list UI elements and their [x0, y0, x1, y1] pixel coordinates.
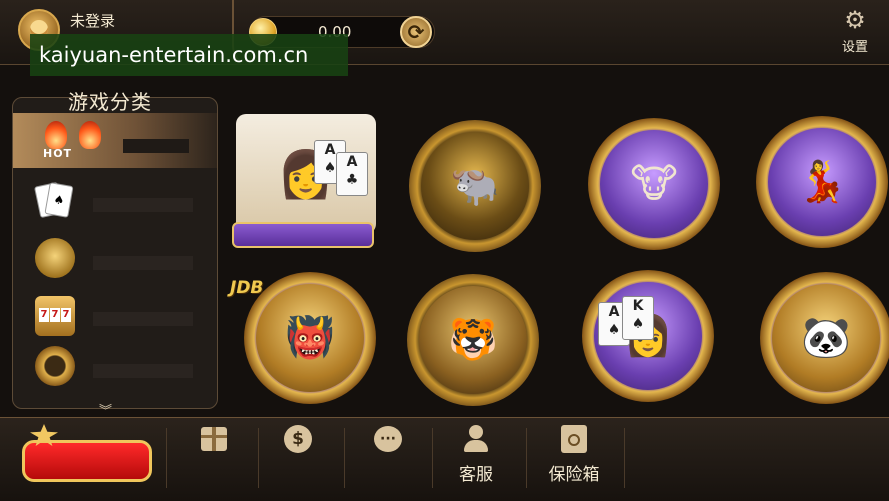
game-tile-poker-lady[interactable]: 👩 A♠ K♠ [582, 270, 714, 402]
blurred-label [93, 364, 193, 378]
game-tile-dragon-tiger[interactable]: 🐯 [407, 274, 539, 406]
fishing-creature-icon [35, 238, 75, 278]
divider [432, 428, 433, 488]
game-ribbon [232, 222, 374, 248]
gift-button[interactable] [174, 424, 254, 454]
card-icon: K ♠ [622, 296, 654, 340]
safe-box-icon [561, 425, 587, 453]
customer-service-icon [464, 425, 488, 453]
blurred-label [93, 256, 193, 270]
safe-box-label: 保险箱 [548, 465, 600, 485]
username-label[interactable]: 未登录 [70, 10, 115, 31]
promo-red-button[interactable] [22, 440, 152, 482]
tiger-icon: 🐯 [448, 317, 498, 363]
card-icon: A ♣ [336, 152, 368, 196]
category-sidebar: HOT ♠ 777 [12, 97, 218, 409]
game-tile-poker-queen[interactable]: 💃 [756, 116, 888, 248]
settings-label: 设置 [841, 40, 868, 55]
flame-icon [45, 121, 67, 149]
slot-machine-icon: 777 [35, 296, 75, 336]
hot-badge: HOT [43, 147, 73, 160]
blurred-label [93, 198, 193, 212]
panda-icon: 🐼 [801, 315, 851, 361]
message-button[interactable]: ··· [348, 424, 428, 454]
gear-icon: ⚙ [844, 6, 866, 34]
recharge-button[interactable]: $ [258, 424, 338, 454]
watermark: kaiyuan-entertain.com.cn [30, 34, 348, 76]
divider [526, 428, 527, 488]
refresh-balance-button[interactable]: ⟳ [400, 16, 432, 48]
divider [624, 428, 625, 488]
customer-service-label: 客服 [459, 465, 493, 485]
game-tile-jdb-warrior[interactable]: 👹 [244, 272, 376, 404]
jdb-logo: JDB [230, 278, 264, 298]
divider [344, 428, 345, 488]
hot-label-redacted [123, 139, 189, 153]
category-title: 游戏分类 [68, 90, 152, 114]
flame-icon [79, 121, 101, 149]
customer-service-button[interactable]: 客服 [436, 424, 516, 485]
bull-mascot-icon: 🐃 [450, 163, 500, 209]
game-tile-panda-dealer[interactable]: 🐼 [760, 272, 889, 404]
game-tile-poker-dealer[interactable]: 👩 A ♠ A ♣ [236, 114, 376, 234]
gift-icon [201, 427, 227, 451]
game-tile-bull-fight[interactable]: 🐃 [409, 120, 541, 252]
settings-button[interactable]: ⚙ 设置 [838, 8, 872, 55]
playing-cards-icon: ♠ [33, 181, 74, 219]
chat-bubble-icon: ··· [374, 426, 402, 452]
blurred-label [93, 312, 193, 326]
divider [166, 428, 167, 488]
sidebar-item-other[interactable] [13, 344, 217, 406]
refresh-icon: ⟳ [407, 20, 425, 44]
gold-ring-icon [35, 346, 75, 386]
game-tile-bull-purple[interactable]: 🐮 [588, 118, 720, 250]
poker-queen-icon: 💃 [797, 159, 847, 205]
sidebar-item-cards[interactable]: ♠ [13, 172, 217, 234]
cow-mascot-icon: 🐮 [630, 161, 678, 207]
dollar-coin-icon: $ [284, 425, 312, 453]
warrior-mask-icon: 👹 [285, 315, 335, 361]
safe-box-button[interactable]: 保险箱 [534, 424, 614, 485]
sidebar-item-hot[interactable]: HOT [13, 113, 217, 168]
sidebar-item-slots[interactable]: 777 [13, 288, 217, 350]
sidebar-item-fishing[interactable] [13, 232, 217, 294]
